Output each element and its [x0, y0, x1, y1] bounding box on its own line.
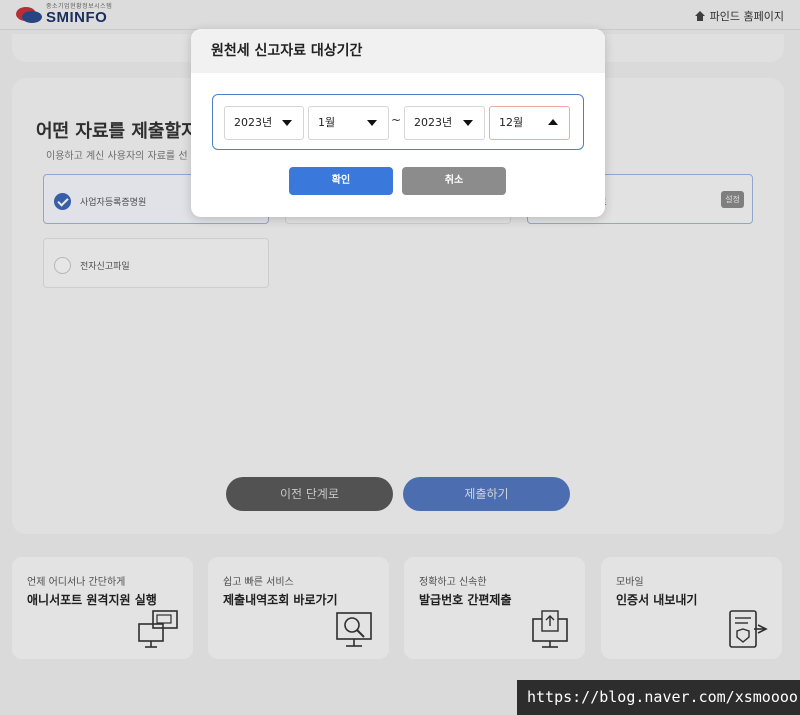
caret-down-icon: [367, 120, 377, 126]
blog-watermark: https://blog.naver.com/xsmoooo: [517, 680, 800, 715]
range-separator: ~: [391, 113, 402, 127]
start-year-value: 2023년: [234, 116, 273, 129]
start-year-select[interactable]: 2023년: [224, 106, 304, 140]
modal-title: 원천세 신고자료 대상기간: [191, 29, 605, 73]
cancel-button[interactable]: 취소: [402, 167, 506, 195]
end-month-value: 12월: [499, 116, 524, 129]
start-month-value: 1월: [318, 116, 336, 129]
period-modal: 원천세 신고자료 대상기간 2023년 1월 ~ 2023년 12월 확인 취소: [191, 29, 605, 217]
confirm-button[interactable]: 확인: [289, 167, 393, 195]
start-month-select[interactable]: 1월: [308, 106, 389, 140]
end-month-select[interactable]: 12월: [489, 106, 570, 140]
caret-up-icon: [548, 119, 558, 125]
end-year-select[interactable]: 2023년: [404, 106, 485, 140]
caret-down-icon: [282, 120, 292, 126]
caret-down-icon: [463, 120, 473, 126]
end-year-value: 2023년: [414, 116, 453, 129]
period-range: 2023년 1월 ~ 2023년 12월: [212, 94, 584, 150]
